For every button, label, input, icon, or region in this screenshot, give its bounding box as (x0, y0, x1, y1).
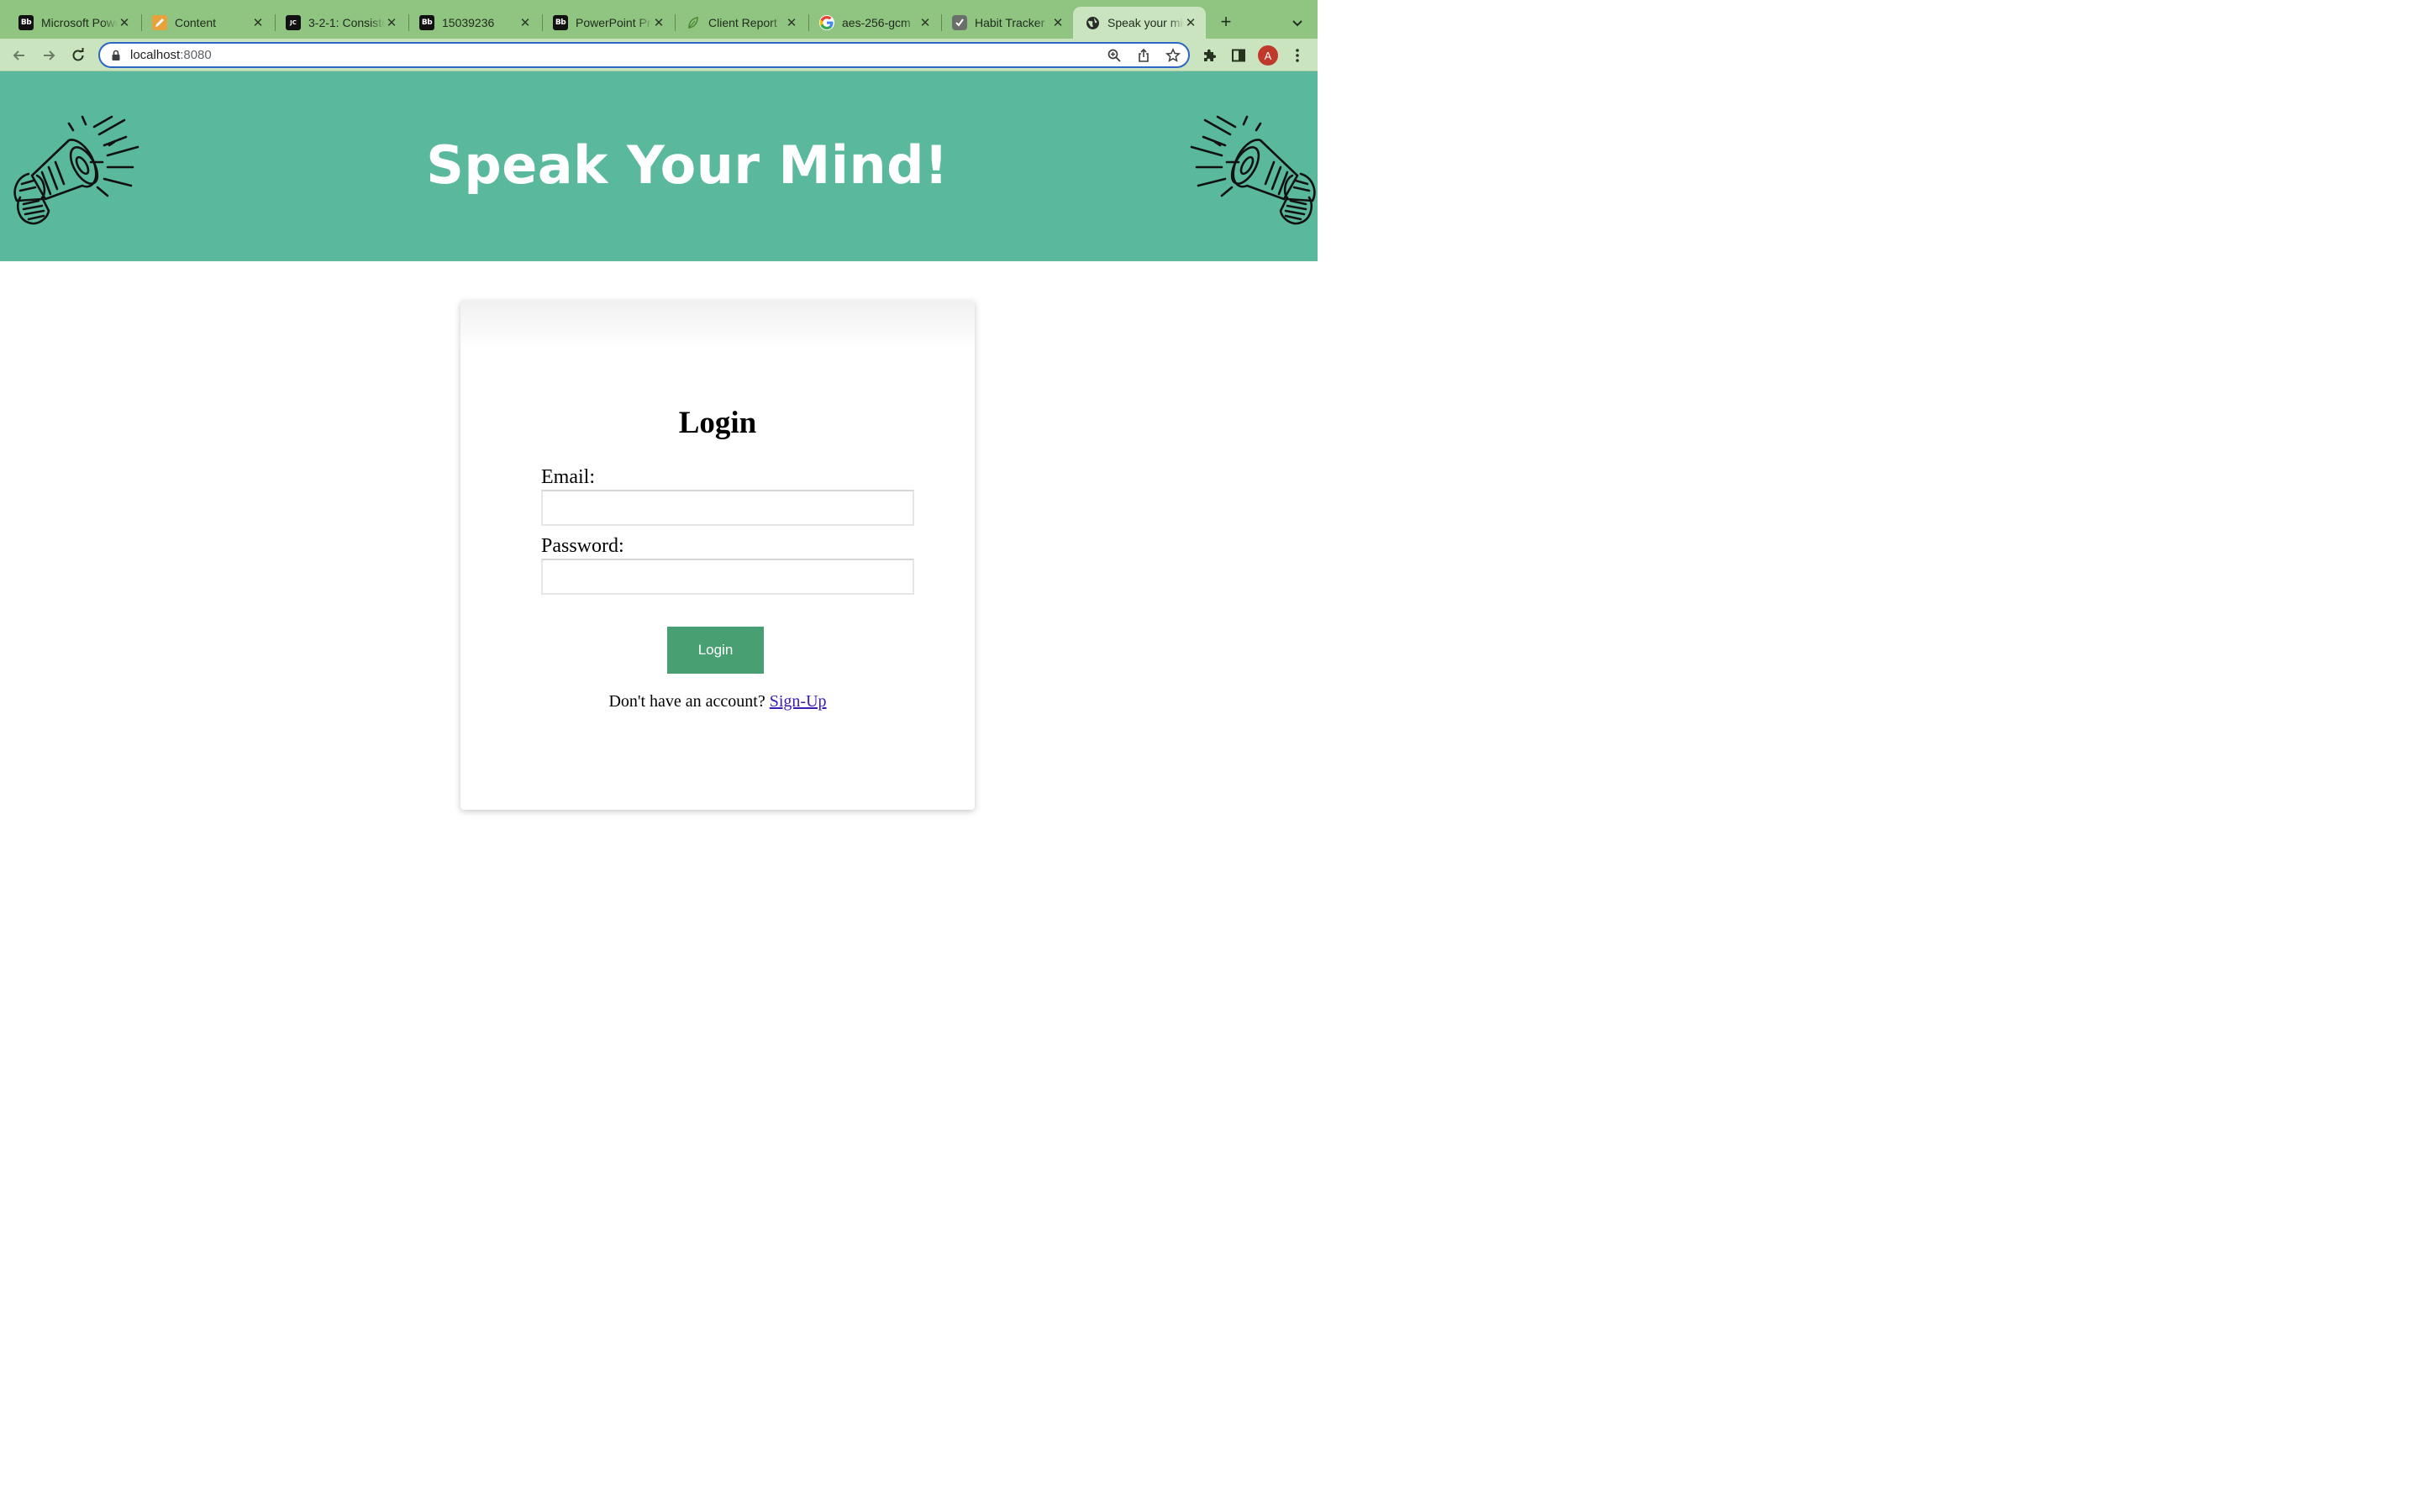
browser-tabstrip: Bb Microsoft PowerPoint ✕ Content ✕ JC 3… (0, 0, 1318, 39)
browser-tab[interactable]: Content ✕ (140, 7, 273, 39)
site-title: Speak Your Mind! (426, 134, 949, 196)
url-text[interactable]: localhost:8080 (130, 48, 212, 62)
browser-tab[interactable]: aes-256-gcm ✕ (808, 7, 940, 39)
close-tab-icon[interactable]: ✕ (118, 16, 131, 30)
zoom-icon[interactable] (1106, 47, 1123, 64)
blackboard-icon: Bb (18, 15, 34, 30)
share-icon[interactable] (1135, 47, 1152, 64)
profile-avatar[interactable]: A (1258, 45, 1278, 66)
browser-tab[interactable]: Bb Microsoft PowerPoint ✕ (7, 7, 139, 39)
close-tab-icon[interactable]: ✕ (385, 16, 398, 30)
pencil-icon (152, 15, 167, 30)
browser-toolbar: localhost:8080 (0, 39, 1318, 71)
browser-tab[interactable]: JC 3-2-1: Consistency ✕ (274, 7, 407, 39)
jc-icon: JC (286, 15, 301, 30)
google-icon (819, 15, 834, 30)
url-port: :8080 (180, 48, 212, 62)
password-field[interactable] (541, 559, 914, 595)
extensions-puzzle-icon[interactable] (1199, 45, 1219, 66)
lock-icon[interactable] (110, 50, 122, 61)
close-tab-icon[interactable]: ✕ (1051, 16, 1065, 30)
browser-tab[interactable]: Bb PowerPoint Presentation ✕ (541, 7, 674, 39)
password-label: Password: (541, 535, 624, 557)
close-tab-icon[interactable]: ✕ (785, 16, 798, 30)
tab-title: Speak your mind (1107, 16, 1184, 29)
address-bar[interactable]: localhost:8080 (98, 42, 1190, 68)
checkbox-icon (952, 15, 967, 30)
signup-link[interactable]: Sign-Up (770, 692, 827, 711)
reload-icon[interactable] (68, 45, 88, 66)
side-panel-icon[interactable] (1228, 45, 1249, 66)
forward-arrow-icon[interactable] (39, 45, 59, 66)
tab-title: aes-256-gcm (842, 16, 911, 29)
megaphone-icon (1190, 115, 1316, 225)
email-label: Email: (541, 466, 595, 488)
tab-title: Microsoft PowerPoint (41, 16, 118, 29)
tab-title: Content (175, 16, 217, 29)
browser-tab[interactable]: Client Report ✕ (674, 7, 807, 39)
signup-prompt-text: Don't have an account? (608, 692, 765, 711)
tab-title: 3-2-1: Consistency (308, 16, 385, 29)
tab-title: 15039236 (442, 16, 495, 29)
site-header: Speak Your Mind! (0, 71, 1318, 261)
tab-title: Client Report (708, 16, 777, 29)
browser-tab-active[interactable]: Speak your mind ✕ (1073, 7, 1206, 39)
close-tab-icon[interactable]: ✕ (251, 16, 265, 30)
more-menu-icon[interactable] (1287, 45, 1307, 66)
login-button[interactable]: Login (667, 627, 764, 674)
close-tab-icon[interactable]: ✕ (518, 16, 532, 30)
email-field[interactable] (541, 490, 914, 526)
login-card: Login Email: Password: Login Don't have … (460, 301, 975, 810)
close-tab-icon[interactable]: ✕ (1184, 16, 1197, 30)
browser-tab[interactable]: Bb 15039236 ✕ (408, 7, 540, 39)
url-host: localhost (130, 48, 181, 62)
close-tab-icon[interactable]: ✕ (918, 16, 932, 30)
bookmark-star-icon[interactable] (1165, 47, 1181, 64)
login-heading: Login (678, 406, 757, 440)
tab-title: Habit Tracker (975, 16, 1045, 29)
close-tab-icon[interactable]: ✕ (652, 16, 666, 30)
blackboard-icon: Bb (553, 15, 568, 30)
blackboard-icon: Bb (419, 15, 434, 30)
back-arrow-icon[interactable] (9, 45, 29, 66)
tab-search-chevron-icon[interactable] (1288, 13, 1307, 32)
leaf-icon (686, 15, 701, 30)
tab-title: PowerPoint Presentation (576, 16, 652, 29)
globe-icon (1085, 15, 1100, 30)
card-top-shade (460, 301, 975, 351)
signup-prompt: Don't have an account? Sign-Up (460, 692, 975, 711)
new-tab-icon[interactable]: + (1216, 13, 1236, 33)
browser-tab[interactable]: Habit Tracker ✕ (940, 7, 1073, 39)
